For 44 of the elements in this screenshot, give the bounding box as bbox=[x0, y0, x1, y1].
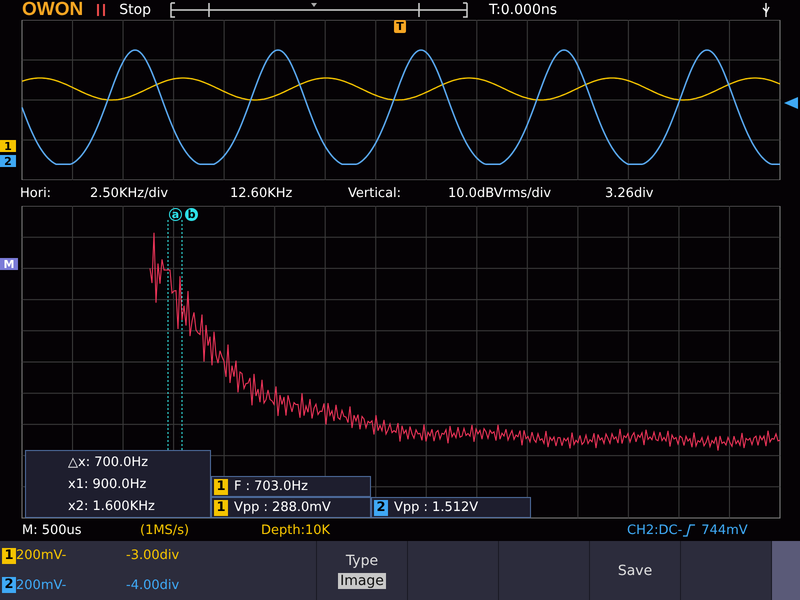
cursor-readout: x1: 900.0Hz bbox=[68, 476, 148, 492]
usb-icon bbox=[762, 3, 770, 17]
channel-chip: 1 bbox=[2, 548, 16, 564]
channel-chip: 2 bbox=[2, 577, 16, 594]
channel-offset: -3.00div bbox=[126, 548, 180, 564]
channel-chip: 1 bbox=[214, 500, 228, 516]
memory-depth: Depth:10K bbox=[261, 523, 332, 538]
sample-rate: (1MS/s) bbox=[140, 523, 190, 538]
level-arrow-icon bbox=[784, 97, 798, 109]
channel-scale: 200mV- bbox=[16, 548, 68, 564]
pause-icon bbox=[97, 4, 106, 16]
measurement-value: Vpp : 1.512V bbox=[394, 500, 478, 515]
measurement-value: F : 703.0Hz bbox=[234, 479, 308, 494]
channel-scale: 200mV- bbox=[16, 578, 68, 593]
trigger-marker: T bbox=[394, 20, 406, 33]
menu-softkey[interactable]: Type Image bbox=[317, 541, 408, 600]
menu-title: Type bbox=[346, 552, 378, 568]
menu-side-strip bbox=[772, 541, 800, 600]
hori-scale: 2.50KHz/div bbox=[90, 186, 170, 200]
brand-logo: OWON bbox=[22, 0, 84, 21]
run-state: Stop bbox=[119, 2, 152, 18]
trigger-level: 744mV bbox=[701, 523, 748, 538]
type-option[interactable]: Image bbox=[338, 572, 386, 588]
vertical-scale: 10.0dBVrms/div bbox=[448, 186, 552, 200]
rising-edge-icon bbox=[683, 524, 696, 537]
channel-marker: 1 bbox=[0, 140, 16, 152]
vertical-offset: 3.26div bbox=[605, 186, 654, 200]
cursor-label: a bbox=[169, 208, 182, 221]
timebase: M: 500us bbox=[22, 523, 83, 538]
hori-center: 12.60KHz bbox=[230, 186, 294, 200]
channel-offset: -4.00div bbox=[126, 578, 180, 593]
vertical-label: Vertical: bbox=[348, 186, 402, 200]
hori-label: Hori: bbox=[20, 186, 52, 200]
cursor-readout: △x: 700.0Hz bbox=[68, 454, 150, 470]
measurement-value: Vpp : 288.0mV bbox=[234, 500, 331, 515]
channel-chip: 2 bbox=[374, 500, 388, 516]
trigger-source: CH2:DC- bbox=[627, 523, 682, 538]
channel-marker: 2 bbox=[0, 155, 16, 167]
trigger-time: T:0.000ns bbox=[489, 2, 558, 18]
cursor-label: b bbox=[185, 208, 198, 221]
math-marker: M bbox=[0, 258, 18, 270]
save-button[interactable]: Save bbox=[590, 541, 681, 600]
cursor-readout: x2: 1.600KHz bbox=[68, 498, 156, 514]
channel-chip: 1 bbox=[214, 478, 228, 494]
